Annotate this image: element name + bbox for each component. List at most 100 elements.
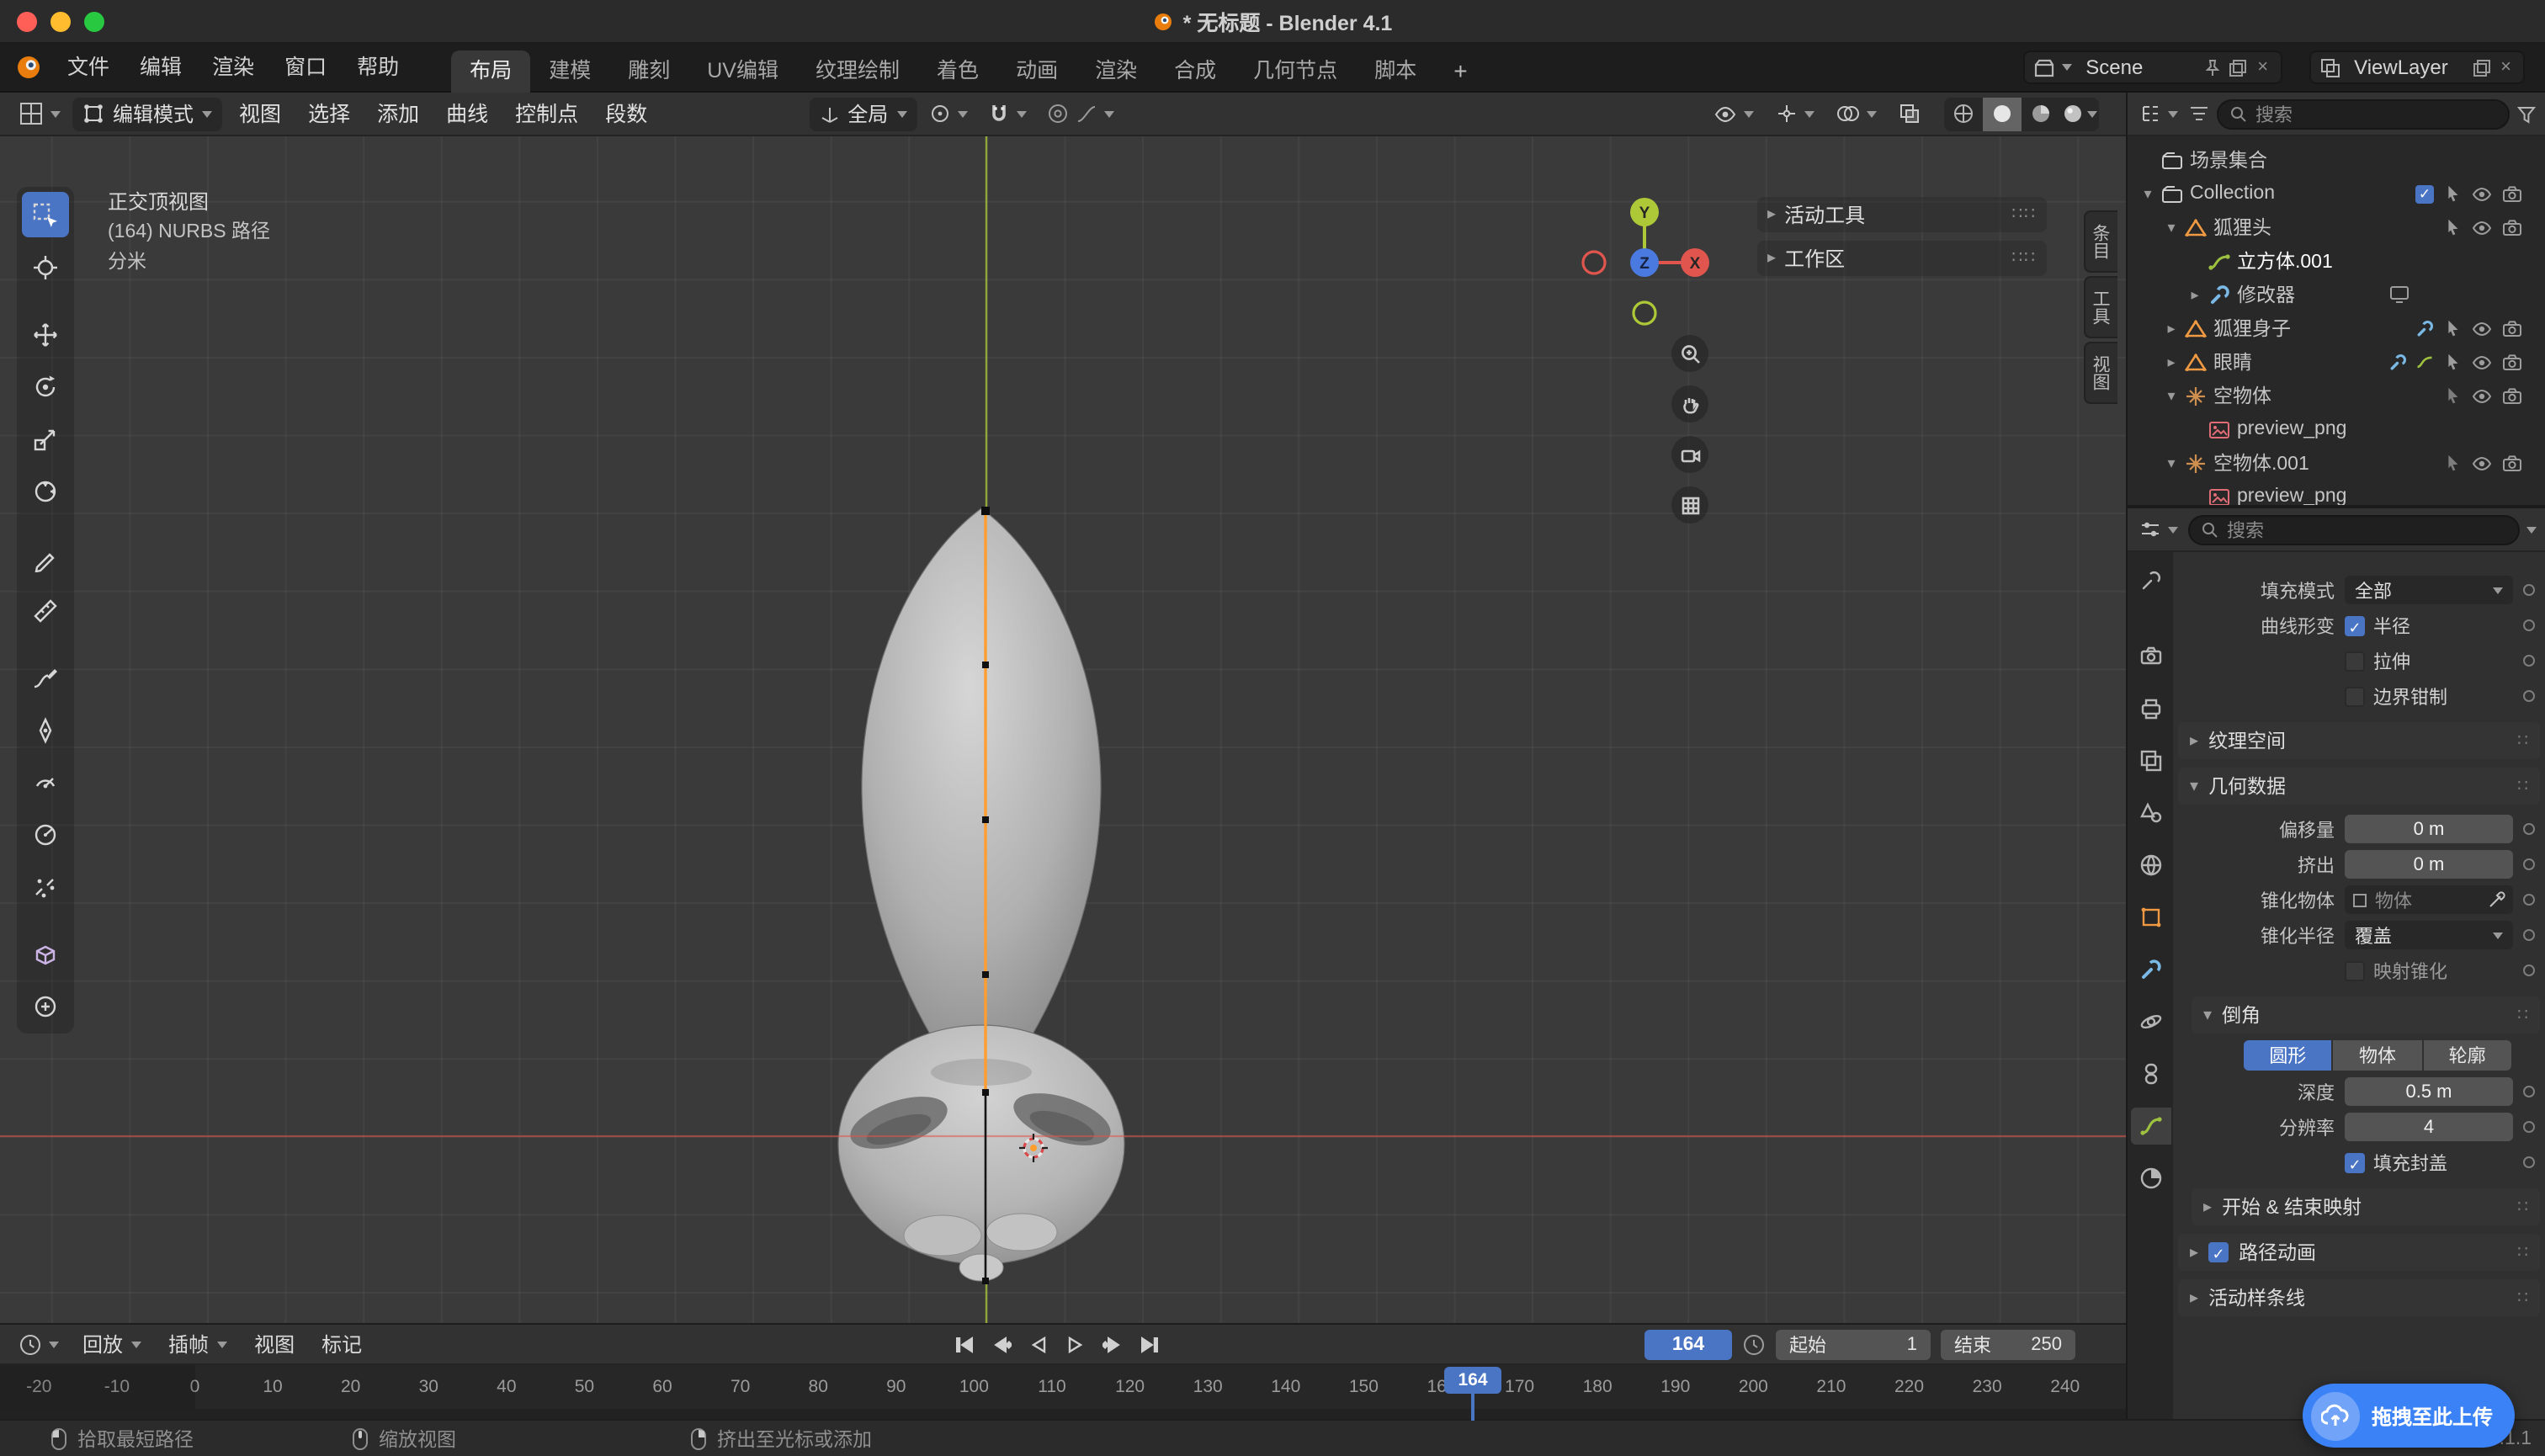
viewport-menu-item[interactable]: 曲线 bbox=[433, 92, 502, 136]
map-taper-checkbox[interactable] bbox=[2345, 960, 2365, 980]
animate-dot[interactable] bbox=[2523, 964, 2535, 976]
panel-texture-space[interactable]: ▸纹理空间∷ bbox=[2178, 722, 2540, 759]
expand-arrow-icon[interactable]: ▾ bbox=[2161, 218, 2181, 236]
taper-radius-dropdown[interactable]: 覆盖 bbox=[2345, 921, 2513, 949]
hide-eye-icon[interactable] bbox=[2471, 216, 2493, 238]
selectable-icon[interactable] bbox=[2442, 385, 2463, 406]
pin-icon[interactable] bbox=[2203, 58, 2222, 77]
app-menu-item[interactable]: 帮助 bbox=[342, 43, 414, 92]
app-menu-item[interactable]: 文件 bbox=[52, 43, 125, 92]
outliner-row-modifiers[interactable]: ▸ 修改器 bbox=[2128, 278, 2545, 311]
animate-dot[interactable] bbox=[2523, 584, 2535, 596]
render-camera-icon[interactable] bbox=[2501, 216, 2523, 238]
expand-arrow-icon[interactable]: ▸ bbox=[1767, 205, 1776, 224]
hide-eye-icon[interactable] bbox=[2471, 183, 2493, 205]
minimize-window-button[interactable] bbox=[50, 11, 71, 31]
workspace-tab[interactable]: 着色 bbox=[918, 50, 997, 92]
use-preview-range-icon[interactable] bbox=[1742, 1333, 1766, 1357]
tool-annotate[interactable] bbox=[22, 535, 69, 581]
outliner-search-input[interactable]: 搜索 bbox=[2217, 98, 2510, 129]
upload-drop-overlay[interactable]: 拖拽至此上传 bbox=[2303, 1384, 2515, 1448]
bevel-mode-button[interactable]: 轮廓 bbox=[2423, 1040, 2511, 1071]
expand-arrow-icon[interactable]: ▸ bbox=[2161, 353, 2181, 371]
tool-tilt[interactable] bbox=[22, 759, 69, 805]
outliner-row-cube-001[interactable]: 立方体.001 bbox=[2128, 244, 2545, 278]
shading-solid-button[interactable] bbox=[1983, 97, 2022, 130]
tool-draw-curve[interactable] bbox=[22, 655, 69, 700]
collection-checkbox[interactable]: ✓ bbox=[2415, 184, 2434, 203]
drag-handle-icon[interactable]: ∷ bbox=[2517, 1243, 2528, 1262]
tab-scene[interactable] bbox=[2130, 794, 2170, 832]
bevel-resolution-field[interactable]: 4 bbox=[2345, 1113, 2513, 1141]
extrude-field[interactable]: 0 m bbox=[2345, 850, 2513, 879]
workspace-tab[interactable]: UV编辑 bbox=[688, 50, 797, 92]
timeline-editor-type-button[interactable] bbox=[10, 1327, 67, 1361]
outliner-editor-type-button[interactable] bbox=[2136, 97, 2181, 130]
scene-browse-chevron[interactable] bbox=[2062, 64, 2072, 71]
selectable-icon[interactable] bbox=[2442, 352, 2463, 372]
tool-cursor-3d[interactable] bbox=[22, 244, 69, 290]
animate-dot[interactable] bbox=[2523, 655, 2535, 667]
panel-path-animation[interactable]: ▸ ✓ 路径动画 ∷ bbox=[2178, 1234, 2540, 1271]
animate-dot[interactable] bbox=[2523, 823, 2535, 835]
tab-tool[interactable] bbox=[2130, 562, 2170, 599]
stretch-checkbox[interactable] bbox=[2345, 651, 2365, 671]
expand-arrow-icon[interactable]: ▸ bbox=[2161, 319, 2181, 337]
app-menu-item[interactable]: 窗口 bbox=[269, 43, 342, 92]
render-camera-icon[interactable] bbox=[2501, 351, 2523, 373]
current-frame-field[interactable]: 164 bbox=[1644, 1330, 1732, 1360]
tab-render[interactable] bbox=[2130, 638, 2170, 675]
workspace-tab[interactable]: 布局 bbox=[451, 50, 530, 92]
timeline-ruler[interactable]: -20-100102030405060708090100110120130140… bbox=[0, 1365, 2126, 1409]
hide-eye-icon[interactable] bbox=[2471, 385, 2493, 407]
selectable-icon[interactable] bbox=[2442, 318, 2463, 338]
animate-dot[interactable] bbox=[2523, 1086, 2535, 1097]
workspace-panel[interactable]: ▸ 工作区 ∷∷ bbox=[1757, 241, 2047, 276]
previous-keyframe-button[interactable] bbox=[983, 1328, 1018, 1362]
perspective-toggle-button[interactable] bbox=[1671, 486, 1708, 523]
selectable-icon[interactable] bbox=[2442, 453, 2463, 473]
pan-button[interactable] bbox=[1671, 385, 1708, 422]
workspace-tab[interactable]: 渲染 bbox=[1076, 50, 1156, 92]
tool-radius[interactable] bbox=[22, 811, 69, 857]
shading-wireframe-button[interactable] bbox=[1944, 97, 1983, 130]
animate-dot[interactable] bbox=[2523, 1156, 2535, 1168]
sidebar-tab[interactable]: 工具 bbox=[2084, 276, 2117, 338]
frame-start-field[interactable]: 起始1 bbox=[1776, 1330, 1931, 1360]
tab-world[interactable] bbox=[2130, 847, 2170, 884]
jump-to-end-button[interactable] bbox=[1131, 1328, 1166, 1362]
outliner-row-preview-png[interactable]: preview_png bbox=[2128, 412, 2545, 446]
viewlayer-name[interactable]: ViewLayer bbox=[2347, 56, 2465, 79]
add-workspace-button[interactable]: + bbox=[1435, 50, 1485, 92]
playhead[interactable]: 164 bbox=[1444, 1367, 1501, 1394]
render-camera-icon[interactable] bbox=[2501, 317, 2523, 339]
gizmos-dropdown[interactable] bbox=[1767, 97, 1823, 130]
keying-menu[interactable]: 插帧 bbox=[157, 1330, 239, 1358]
expand-arrow-icon[interactable]: ▾ bbox=[2161, 386, 2181, 405]
outliner-row-eyes[interactable]: ▸ 眼睛 bbox=[2128, 345, 2545, 379]
play-button[interactable] bbox=[1057, 1328, 1092, 1362]
outliner-row-scene-collection[interactable]: 场景集合 bbox=[2128, 143, 2545, 177]
drag-handle-icon[interactable]: ∷ bbox=[2517, 1289, 2528, 1307]
drag-handle-icon[interactable]: ∷ bbox=[2517, 777, 2528, 795]
animate-dot[interactable] bbox=[2523, 858, 2535, 870]
radius-checkbox[interactable]: ✓ bbox=[2345, 615, 2365, 635]
unlink-scene-icon[interactable]: × bbox=[2254, 57, 2271, 77]
orientation-dropdown[interactable]: 全局 bbox=[809, 97, 917, 130]
display-mode-icon[interactable] bbox=[2188, 103, 2210, 125]
drag-handle-icon[interactable]: ∷∷ bbox=[2012, 249, 2037, 268]
workspace-tab[interactable]: 合成 bbox=[1156, 50, 1235, 92]
animate-dot[interactable] bbox=[2523, 690, 2535, 702]
shading-material-button[interactable] bbox=[2022, 97, 2060, 130]
mode-dropdown[interactable]: 编辑模式 bbox=[72, 97, 222, 130]
close-window-button[interactable] bbox=[17, 11, 37, 31]
blender-menu-button[interactable] bbox=[15, 54, 42, 81]
outliner-row-empty-001[interactable]: ▾ 空物体.001 bbox=[2128, 446, 2545, 480]
fill-caps-checkbox[interactable]: ✓ bbox=[2345, 1152, 2365, 1172]
active-tool-panel[interactable]: ▸ 活动工具 ∷∷ bbox=[1757, 197, 2047, 232]
tool-randomize[interactable] bbox=[22, 864, 69, 909]
panel-active-spline[interactable]: ▸活动样条线∷ bbox=[2178, 1279, 2540, 1316]
path-animation-checkbox[interactable]: ✓ bbox=[2208, 1242, 2229, 1262]
drag-handle-icon[interactable]: ∷ bbox=[2517, 1006, 2528, 1024]
pivot-point-button[interactable] bbox=[920, 97, 975, 130]
